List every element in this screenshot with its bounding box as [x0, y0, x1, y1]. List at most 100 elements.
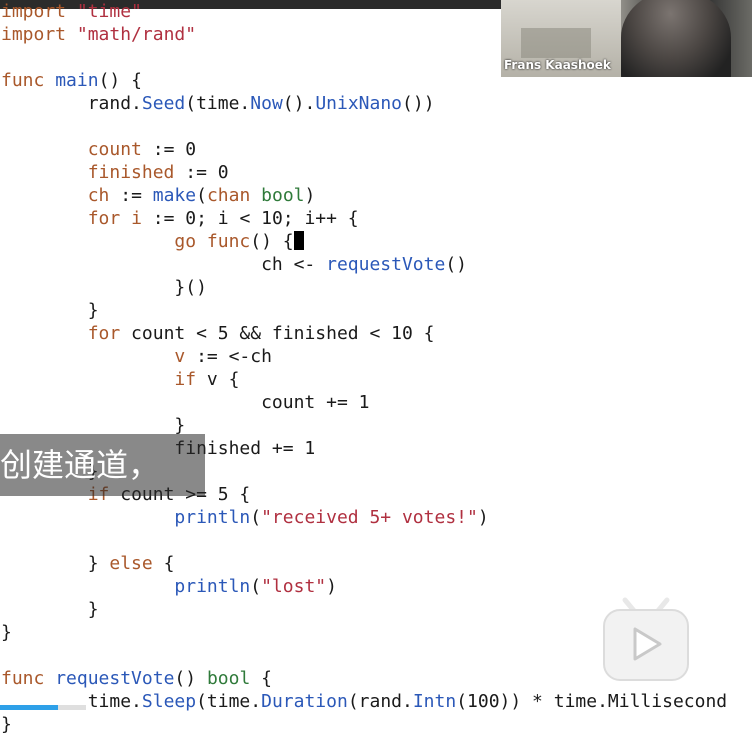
code-token: rand.	[1, 93, 142, 114]
code-token: count < 5 && finished < 10 {	[120, 323, 435, 344]
code-line: }	[1, 299, 727, 322]
code-token: (	[250, 576, 262, 597]
code-token: := <-ch	[185, 346, 272, 367]
code-line: count := 0	[1, 138, 727, 161]
code-token: (time.	[185, 93, 251, 114]
code-token: if	[174, 369, 197, 390]
code-token: count += 1	[1, 392, 370, 413]
code-token: (rand.	[347, 691, 413, 712]
code-token: ch	[87, 185, 110, 206]
code-token: }	[1, 622, 12, 643]
code-token: {	[152, 553, 175, 574]
code-token: ())	[402, 93, 435, 114]
code-line: println("lost")	[1, 575, 727, 598]
code-token: requestVote	[55, 668, 175, 689]
code-token: count	[87, 139, 142, 160]
code-token: Sleep	[141, 691, 197, 712]
code-token: i	[131, 208, 142, 229]
code-token: UnixNano	[315, 93, 403, 114]
code-token: )	[304, 185, 316, 206]
speaker-name: Frans Kaashoek	[504, 58, 611, 72]
code-line: ch <- requestVote()	[1, 253, 727, 276]
code-token: := 0	[174, 162, 229, 183]
code-token: Duration	[261, 691, 348, 712]
code-token: func	[1, 668, 45, 689]
code-token: "math/rand"	[76, 24, 197, 45]
code-token: := 0; i < 10; i++ {	[141, 208, 359, 229]
code-line: println("received 5+ votes!")	[1, 506, 727, 529]
code-token: (time.	[196, 691, 262, 712]
code-token: bool	[261, 185, 305, 206]
code-token: finished	[87, 162, 175, 183]
code-token: println	[174, 576, 251, 597]
code-line: } else {	[1, 552, 727, 575]
code-line: time.Sleep(time.Duration(rand.Intn(100))…	[1, 690, 727, 713]
code-token: := 0	[141, 139, 197, 160]
code-token: )	[477, 507, 489, 528]
code-token: "received 5+ votes!"	[261, 507, 478, 528]
code-token: }	[1, 714, 12, 735]
code-token: import	[1, 24, 67, 45]
code-token: ()	[445, 254, 468, 275]
code-token: ch <-	[1, 254, 327, 275]
code-token: () {	[250, 231, 294, 252]
code-token: Now	[250, 93, 283, 114]
code-token: Intn	[412, 691, 457, 712]
code-token: (100)) * time.Millisecond	[456, 691, 728, 712]
code-token: else	[109, 553, 153, 574]
code-token: {	[250, 668, 272, 689]
code-token: ().	[282, 93, 316, 114]
code-line: for count < 5 && finished < 10 {	[1, 322, 727, 345]
code-token: main	[55, 70, 99, 91]
code-token: func	[206, 231, 251, 252]
code-token: (	[196, 185, 207, 206]
code-line: for i := 0; i < 10; i++ {	[1, 207, 727, 230]
code-token: for	[87, 208, 121, 229]
code-line: count += 1	[1, 391, 727, 414]
code-token: import	[1, 1, 67, 22]
webcam-speaker	[621, 0, 731, 77]
subtitle-caption: 创建通道，	[0, 434, 205, 496]
code-token: v	[174, 346, 186, 367]
code-token: v {	[196, 369, 240, 390]
code-token: () {	[98, 70, 142, 91]
code-token: func	[1, 70, 45, 91]
code-line: v := <-ch	[1, 345, 727, 368]
code-token: "time"	[76, 1, 142, 22]
code-token: )	[326, 576, 337, 597]
code-token: make	[152, 185, 197, 206]
code-line: ch := make(chan bool)	[1, 184, 727, 207]
bilibili-tv-play-icon[interactable]	[601, 596, 691, 684]
code-token: println	[174, 507, 251, 528]
code-token: }	[1, 300, 99, 321]
webcam-shelf	[521, 28, 591, 58]
code-token: }	[1, 553, 110, 574]
code-line: go func() {	[1, 230, 727, 253]
code-token: }	[1, 415, 186, 436]
code-line: rand.Seed(time.Now().UnixNano())	[1, 92, 727, 115]
progress-fill	[0, 705, 58, 710]
code-token: chan	[206, 185, 251, 206]
code-token: }()	[1, 277, 207, 298]
code-token: }	[1, 599, 99, 620]
code-token: :=	[109, 185, 153, 206]
code-token: bool	[206, 668, 251, 689]
code-token: requestVote	[326, 254, 446, 275]
